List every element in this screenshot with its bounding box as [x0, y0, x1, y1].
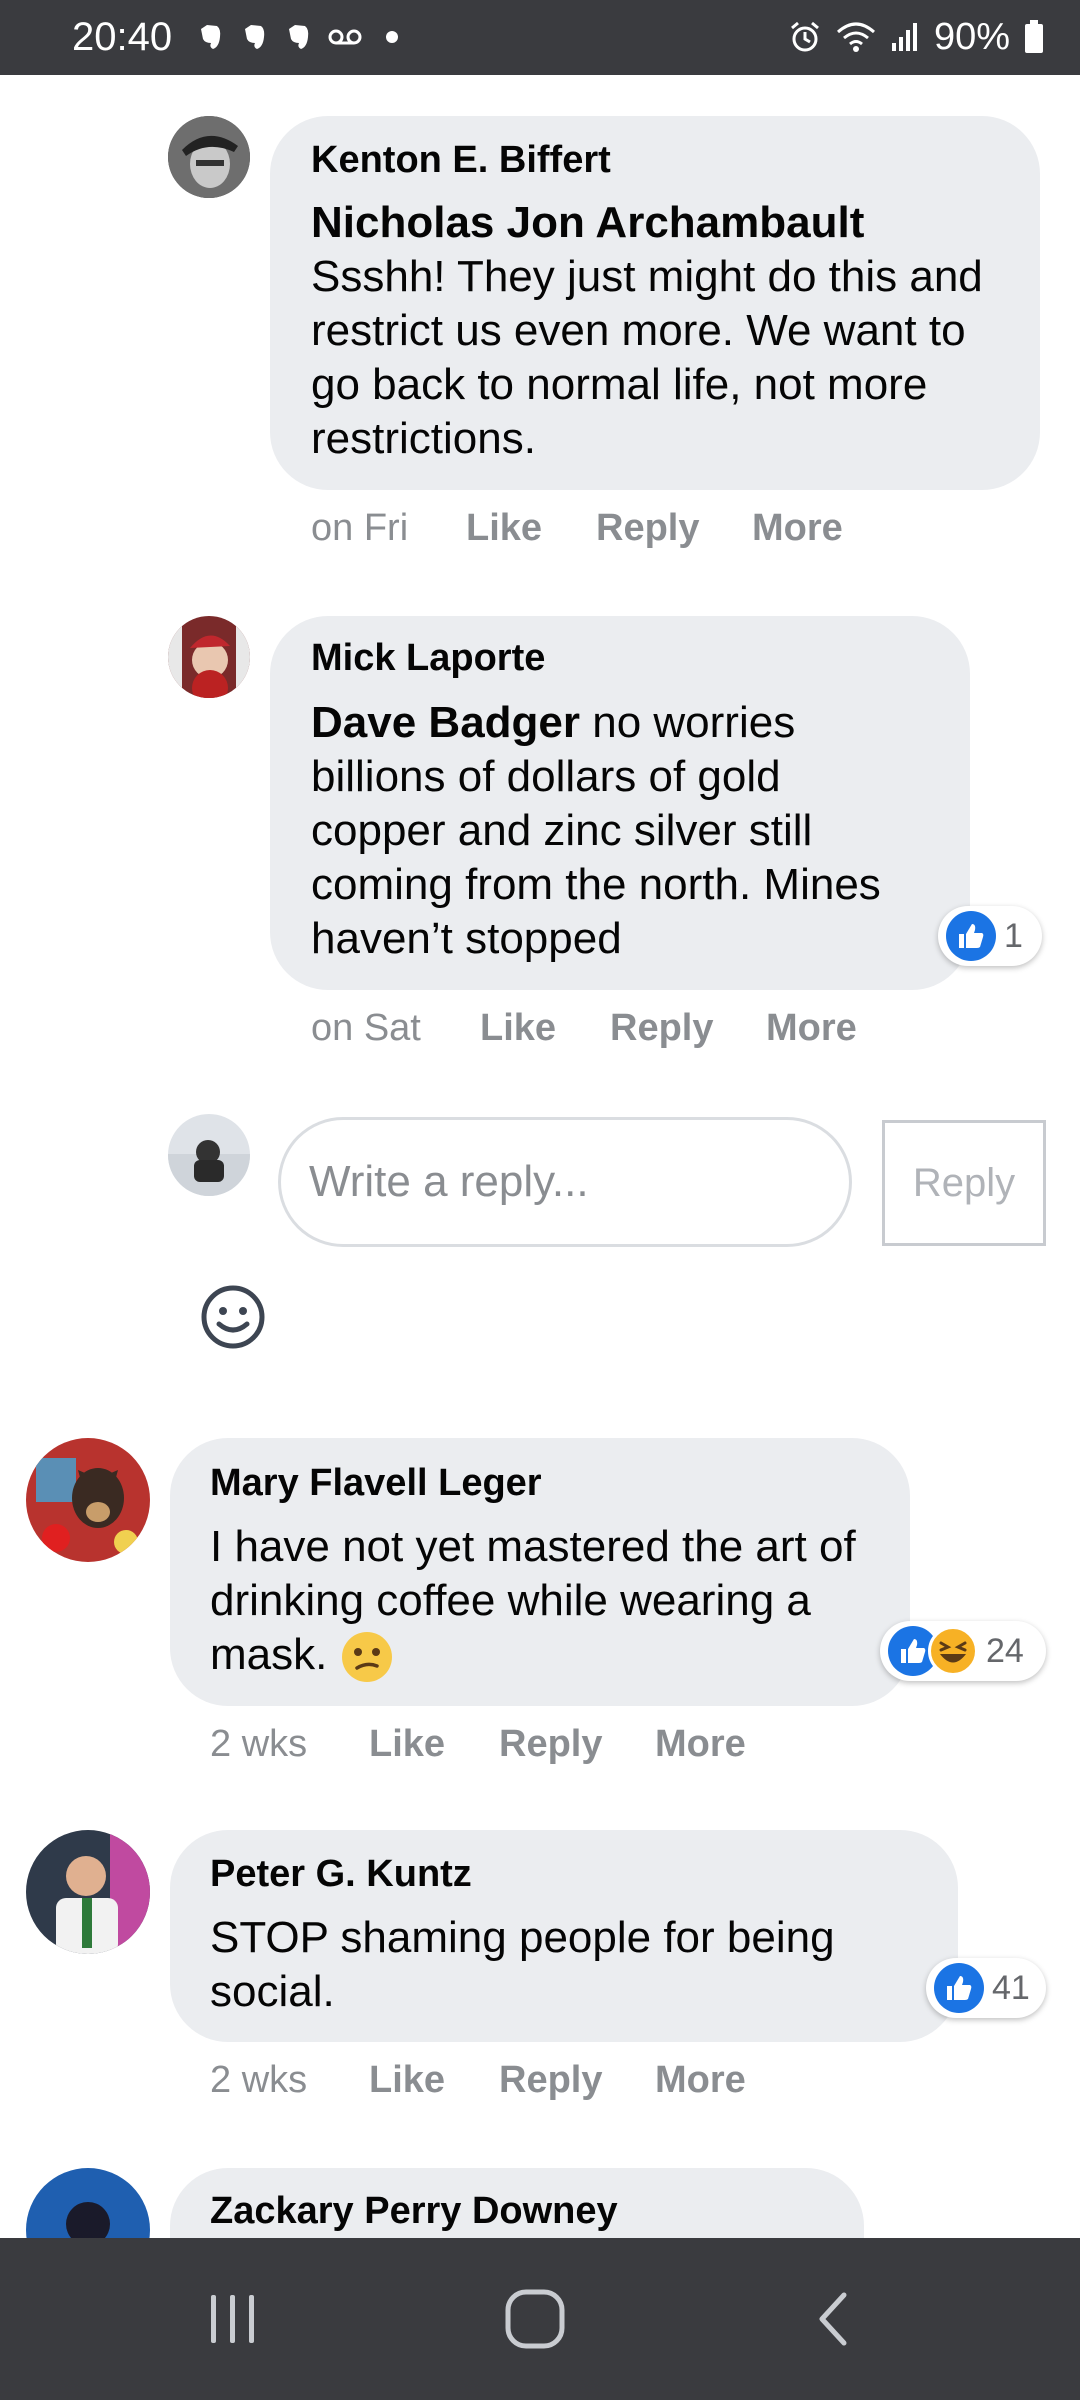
reaction-count: 41	[992, 1968, 1030, 2007]
comment-time[interactable]: 2 wks	[210, 1722, 307, 1766]
like-button[interactable]: Like	[466, 506, 542, 550]
status-bar: 20:40 90%	[0, 0, 1080, 75]
like-button[interactable]: Like	[369, 1722, 445, 1766]
reaction-summary[interactable]: 24	[880, 1621, 1046, 1681]
status-time: 20:40	[72, 15, 173, 59]
system-icons: 90%	[788, 12, 1044, 62]
more-button[interactable]: More	[655, 2058, 746, 2102]
reply-button[interactable]: Reply	[499, 2058, 602, 2102]
notification-icons	[196, 22, 406, 52]
comment-time[interactable]: on Fri	[311, 506, 408, 550]
navigation-bar	[0, 2238, 1080, 2400]
comment-mention[interactable]: Dave Badger	[311, 698, 580, 747]
alarm-icon	[788, 20, 822, 54]
reply-button[interactable]: Reply	[610, 1006, 713, 1050]
current-user-avatar	[168, 1114, 250, 1196]
like-reaction-icon	[934, 1963, 984, 2013]
signal-icon	[890, 21, 920, 53]
comment-mention[interactable]: Nicholas Jon Archambault	[311, 196, 1011, 250]
more-button[interactable]: More	[752, 506, 843, 550]
reaction-count: 1	[1004, 916, 1023, 955]
reply-button[interactable]: Reply	[499, 1722, 602, 1766]
evernote-icon	[240, 23, 268, 51]
evernote-icon	[196, 23, 224, 51]
avatar[interactable]	[26, 1830, 150, 1954]
comment-actions: 2 wks Like Reply More	[210, 1722, 810, 1766]
confused-face-emoji	[340, 1630, 394, 1684]
avatar[interactable]	[168, 116, 250, 198]
reaction-count: 24	[986, 1631, 1024, 1670]
emoji-icon[interactable]	[200, 1284, 266, 1350]
comment-time[interactable]: on Sat	[311, 1006, 421, 1050]
voicemail-icon	[328, 23, 362, 51]
comment-actions: on Sat Like Reply More	[311, 1006, 911, 1050]
comment-text: STOP shaming people for being social.	[210, 1911, 910, 2019]
comment-text: Nicholas Jon Archambault Ssshh! They jus…	[311, 196, 1011, 466]
comment-body: STOP shaming people for being social.	[210, 1913, 835, 2016]
avatar[interactable]	[168, 616, 250, 698]
comment-author[interactable]: Mick Laporte	[311, 636, 545, 680]
like-button[interactable]: Like	[480, 1006, 556, 1050]
back-icon[interactable]	[800, 2284, 870, 2354]
avatar[interactable]	[26, 1438, 150, 1562]
comment-body: I have not yet mastered the art of drink…	[210, 1522, 856, 1679]
reply-button[interactable]: Reply	[596, 506, 699, 550]
comment-author[interactable]: Zackary Perry Downey	[210, 2189, 618, 2233]
haha-reaction-icon	[928, 1626, 978, 1676]
dot-icon	[378, 23, 406, 51]
reply-input-wrapper[interactable]	[278, 1117, 852, 1247]
reaction-summary[interactable]: 41	[926, 1958, 1046, 2018]
evernote-icon	[284, 23, 312, 51]
comment-text: Dave Badger no worries billions of dolla…	[311, 696, 911, 966]
wifi-icon	[836, 20, 876, 54]
comment-body: Ssshh! They just might do this and restr…	[311, 252, 983, 463]
comment-author[interactable]: Mary Flavell Leger	[210, 1461, 542, 1505]
more-button[interactable]: More	[655, 1722, 746, 1766]
reply-submit-button[interactable]: Reply	[882, 1120, 1046, 1246]
recent-apps-icon[interactable]	[198, 2284, 268, 2354]
more-button[interactable]: More	[766, 1006, 857, 1050]
home-icon[interactable]	[500, 2284, 570, 2354]
battery-icon	[1024, 20, 1044, 54]
like-button[interactable]: Like	[369, 2058, 445, 2102]
reply-input[interactable]	[281, 1120, 849, 1244]
comment-author[interactable]: Peter G. Kuntz	[210, 1852, 472, 1896]
comment-actions: on Fri Like Reply More	[311, 506, 911, 550]
reaction-summary[interactable]: 1	[938, 906, 1042, 966]
comment-actions: 2 wks Like Reply More	[210, 2058, 810, 2102]
comment-author[interactable]: Kenton E. Biffert	[311, 138, 611, 182]
battery-percent: 90%	[933, 15, 1010, 58]
comment-text: I have not yet mastered the art of drink…	[210, 1520, 870, 1684]
like-reaction-icon	[946, 911, 996, 961]
comment-time[interactable]: 2 wks	[210, 2058, 307, 2102]
